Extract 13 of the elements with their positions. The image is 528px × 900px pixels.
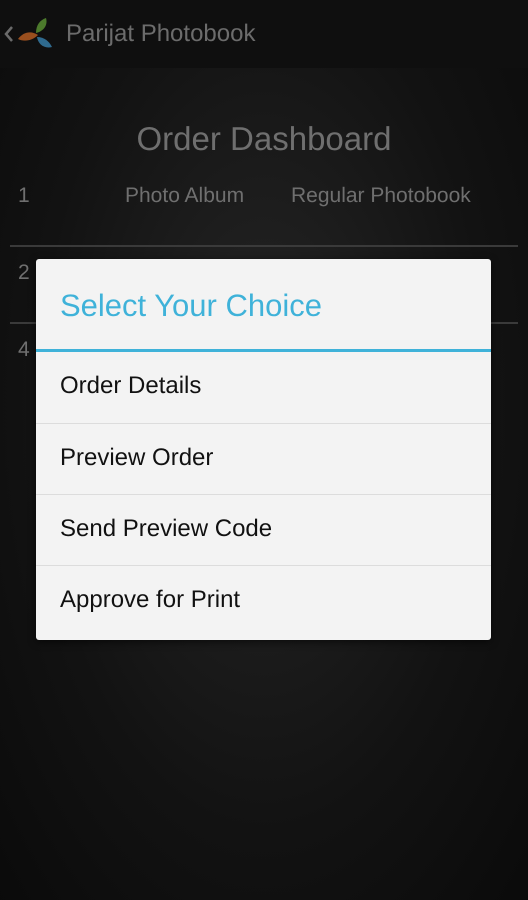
- table-cell-text: 2: [17, 261, 31, 285]
- table-cell-text: 1: [17, 184, 31, 208]
- menu-item[interactable]: Order Details: [36, 352, 491, 423]
- menu-item[interactable]: Approve for Print: [36, 565, 491, 636]
- app-title: Parijat Photobook: [66, 20, 256, 48]
- back-icon: [4, 26, 14, 42]
- menu-item[interactable]: Send Preview Code: [36, 494, 491, 565]
- menu-item[interactable]: Preview Order: [36, 423, 491, 494]
- table-cell-text: 4: [17, 338, 31, 362]
- table-cell-text: Photo Album: [125, 184, 246, 208]
- dashboard-title: Order Dashboard: [136, 120, 392, 159]
- dialog-title: Select Your Choice: [36, 259, 491, 352]
- table-cell: Regular Photobook: [291, 184, 471, 208]
